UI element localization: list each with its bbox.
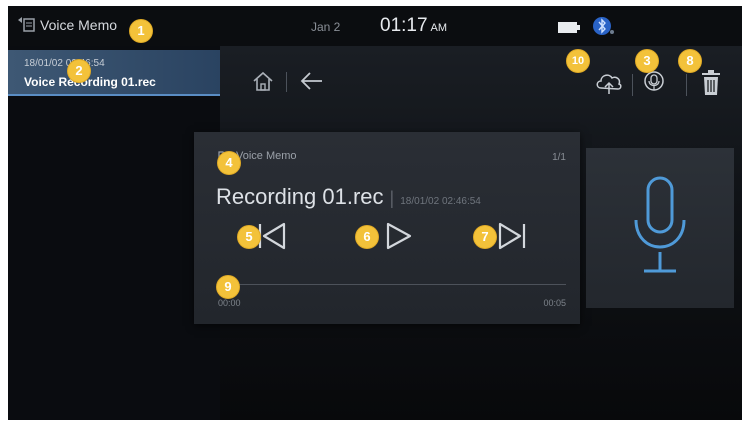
recording-list-item[interactable]: 18/01/02 02:46:54 Voice Recording 01.rec — [8, 50, 220, 96]
callout-badge-9: 9 — [217, 276, 239, 298]
track-title: Recording 01.rec — [216, 184, 384, 209]
battery-icon — [558, 22, 580, 33]
play-button[interactable] — [380, 218, 416, 254]
back-arrow-icon[interactable] — [300, 71, 324, 91]
callout-badge-5: 5 — [238, 226, 260, 248]
total-time: 00:05 — [543, 298, 566, 308]
callout-badge-7: 7 — [474, 226, 496, 248]
clock-time: 01:17 — [380, 15, 428, 36]
record-icon[interactable] — [642, 70, 666, 96]
callout-badge-1: 1 — [130, 20, 152, 42]
infotainment-screen: Voice Memo Jan 2 01:17 AM 18/01/02 02:46:… — [8, 6, 742, 420]
status-bar: Voice Memo Jan 2 01:17 AM — [8, 6, 742, 46]
folder-label: Voice Memo — [236, 150, 297, 162]
track-count: 1/1 — [552, 152, 566, 163]
status-date: Jan 2 — [311, 20, 341, 34]
callout-badge-6: 6 — [356, 226, 378, 248]
trash-icon[interactable] — [700, 70, 722, 96]
home-icon[interactable] — [252, 70, 274, 92]
callout-badge-2: 2 — [68, 60, 90, 82]
recording-date: 18/01/02 02:46:54 — [24, 58, 105, 69]
recording-list: 18/01/02 02:46:54 Voice Recording 01.rec — [8, 46, 220, 420]
title-separator: | — [389, 188, 395, 208]
bluetooth-phone-icon — [593, 17, 614, 35]
callout-badge-3: 3 — [636, 50, 658, 72]
elapsed-time: 00:00 — [218, 298, 241, 308]
track-timestamp: 18/01/02 02:46:54 — [400, 196, 481, 207]
status-time: 01:17 AM — [380, 15, 447, 37]
microphone-panel — [586, 148, 734, 308]
cloud-upload-icon[interactable] — [594, 68, 624, 98]
toolbar-divider — [686, 74, 687, 96]
toolbar-divider — [632, 74, 633, 96]
track-title-row: Recording 01.rec | 18/01/02 02:46:54 — [216, 184, 481, 210]
clock-ampm: AM — [430, 22, 448, 34]
callout-badge-4: 4 — [218, 152, 240, 174]
playback-progress-bar[interactable] — [218, 284, 566, 285]
app-title: Voice Memo — [40, 17, 118, 33]
next-track-button[interactable] — [494, 218, 530, 254]
recording-name: Voice Recording 01.rec — [24, 75, 156, 89]
microphone-icon — [634, 176, 686, 273]
voice-memo-app-icon — [18, 17, 35, 32]
toolbar-divider — [286, 72, 287, 92]
callout-badge-10: 10 — [567, 50, 589, 72]
callout-badge-8: 8 — [679, 50, 701, 72]
